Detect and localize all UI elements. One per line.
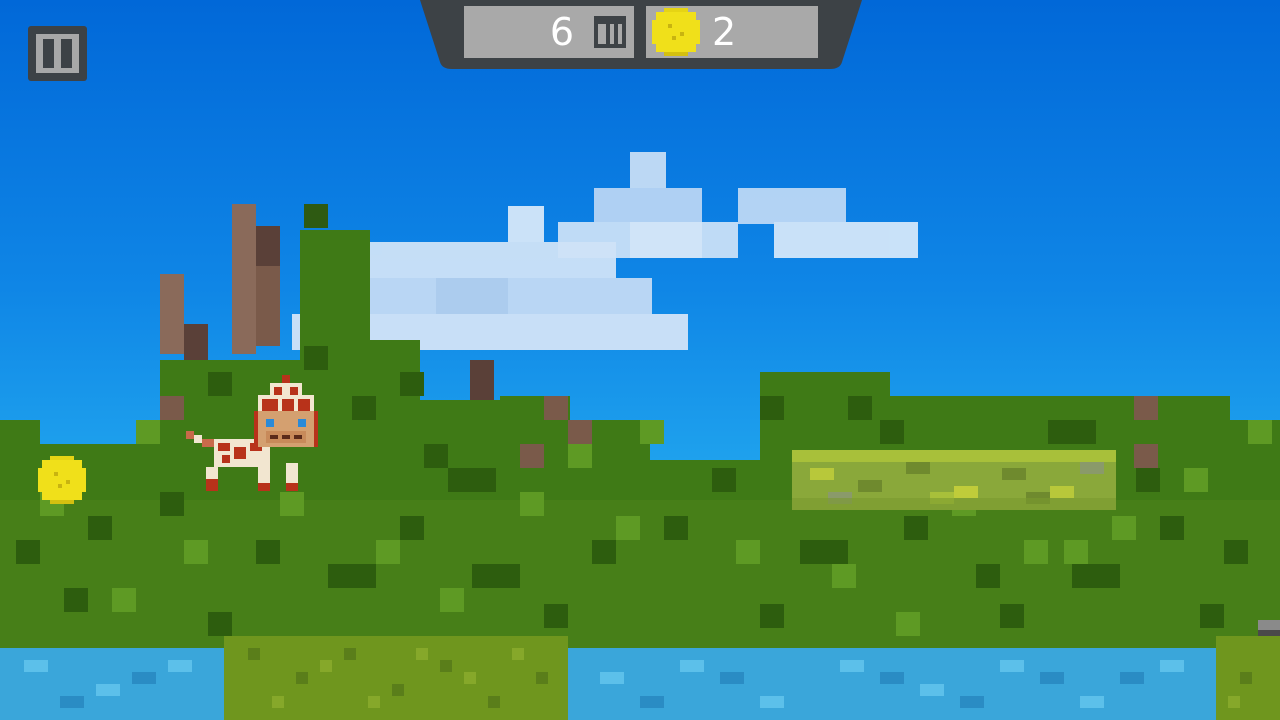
coin-pickup-icon <box>38 456 86 504</box>
hud-bar: 6 2 <box>420 0 862 69</box>
pause-bar-right <box>61 39 72 68</box>
meter-m-icon <box>594 16 626 48</box>
pause-button[interactable] <box>28 26 87 81</box>
coins-panel: 2 <box>646 6 818 58</box>
pause-icon <box>36 34 79 73</box>
background-layer <box>0 152 1280 720</box>
distance-value: 6 <box>549 10 574 54</box>
player-cat-character <box>186 375 318 491</box>
mossy-platform <box>792 450 1116 510</box>
coin-count: 2 <box>712 10 737 54</box>
distance-panel: 6 <box>464 6 634 58</box>
pause-bar-left <box>43 39 54 68</box>
game-scene[interactable]: 6 2 <box>0 0 1280 720</box>
gold-coin-icon <box>652 8 700 56</box>
